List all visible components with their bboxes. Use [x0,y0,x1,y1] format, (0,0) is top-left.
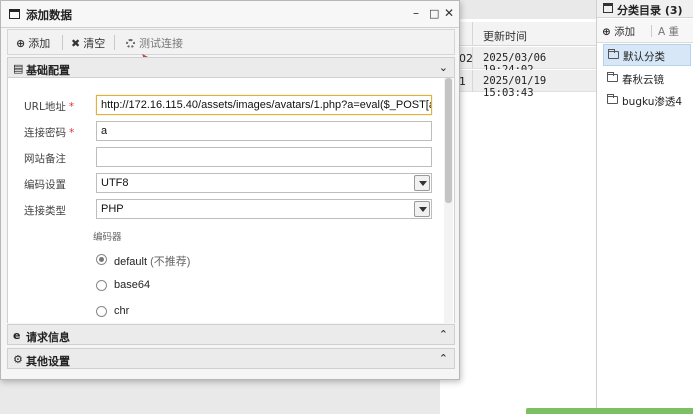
gears-icon: ⚙ [13,353,23,366]
encoding-label: 编码设置 [24,179,66,191]
section-basic-config[interactable]: ▤ 基础配置 ⌄ [7,57,455,78]
table-cell-fragment: 02 [459,52,473,65]
category-title-text: 分类目录 (3) [617,4,683,17]
category-item-label: 春秋云镜 [622,74,664,86]
maximize-button[interactable]: □ [429,7,439,20]
window-icon [603,3,613,13]
note-input[interactable] [96,147,432,167]
note-label: 网站备注 [24,153,66,165]
dialog-toolbar: ⊕ 添加 ✖ 清空 测试连接 [7,29,455,55]
password-input[interactable]: a [96,121,432,141]
chevron-down-icon[interactable] [414,175,430,191]
url-label: URL地址 * [24,101,75,113]
document-icon: ▤ [13,62,24,75]
column-divider [472,47,473,69]
url-input[interactable]: http://172.16.115.40/assets/images/avata… [96,95,432,115]
section-other-settings[interactable]: ⚙ 其他设置 ⌃ [7,348,455,369]
connection-type-label: 连接类型 [24,205,66,217]
encoder-option-label: default [114,256,148,268]
radio-unchecked-icon[interactable] [96,306,107,317]
category-item[interactable]: 默认分类 [603,44,691,66]
table-cell-updated: 2025/01/19 15:03:43 [483,75,547,99]
section-title: 基础配置 [26,64,70,77]
category-toolbar: ⊕ 添加 A 重 [597,19,693,43]
table-cell-fragment: 1 [459,75,466,88]
folder-icon [607,72,618,82]
add-category-button[interactable]: ⊕ 添加 [602,24,635,39]
category-panel: 分类目录 (3) ⊕ 添加 A 重 默认分类 春秋云镜 bugku渗透4 [597,0,693,414]
encoding-value: UTF8 [101,177,129,189]
category-item[interactable]: bugku渗透4 [603,90,691,112]
toolbar-separator [114,35,115,50]
section-title: 请求信息 [26,331,70,344]
basic-config-form: URL地址 * http://172.16.115.40/assets/image… [7,78,455,323]
x-icon: ✖ [71,37,81,50]
category-item[interactable]: 春秋云镜 [603,68,691,90]
dialog-title: 添加数据 [26,8,72,22]
clear-button[interactable]: ✖ 清空 [71,35,105,51]
chevron-down-icon[interactable]: ⌄ [439,61,448,74]
encoder-option-note: (不推荐) [150,256,191,268]
clear-button-label: 清空 [83,37,106,50]
minimize-button[interactable]: – [413,6,419,20]
plus-circle-icon: ⊕ [16,37,26,50]
encoder-option-label: chr [114,305,130,317]
window-icon [9,9,20,19]
category-item-label: bugku渗透4 [622,96,683,108]
test-connection-label: 测试连接 [139,37,183,50]
spinner-icon [126,39,135,48]
column-divider [472,70,473,92]
close-button[interactable]: ✕ [444,6,454,20]
chevron-up-icon[interactable]: ⌃ [439,352,448,365]
column-updated-time[interactable]: 更新时间 [483,28,527,44]
encoding-select[interactable]: UTF8 [96,173,432,193]
add-button-label: 添加 [28,37,51,50]
category-item-label: 默认分类 [623,51,665,63]
toolbar-separator [651,25,652,37]
encoder-option-label: base64 [114,279,151,291]
rename-category-button[interactable]: A 重 [658,24,679,39]
section-request-info[interactable]: e 请求信息 ⌃ [7,324,455,345]
category-panel-title: 分类目录 (3) [597,0,693,18]
connection-type-select[interactable]: PHP [96,199,432,219]
table-header: 更新时间 [440,22,596,46]
table-row[interactable]: 02 2025/03/06 19:24:02 [440,47,596,76]
folder-icon [607,94,618,104]
chevron-down-icon[interactable] [414,201,430,217]
test-connection-button[interactable]: 测试连接 [126,35,183,51]
add-data-dialog: 添加数据 – □ ✕ ⊕ 添加 ✖ 清空 测试连接 ▤ 基础配置 ⌄ URL地址 * … [0,0,460,380]
add-category-label: 添加 [614,26,636,38]
password-label: 连接密码 * [24,127,75,139]
radio-checked-icon[interactable] [96,254,107,265]
connection-type-value: PHP [101,203,124,215]
dialog-titlebar[interactable]: 添加数据 – □ ✕ [1,1,459,28]
plus-circle-icon: ⊕ [602,26,611,38]
section-title: 其他设置 [26,355,70,368]
chevron-up-icon[interactable]: ⌃ [439,328,448,341]
folder-icon [608,49,619,59]
column-divider[interactable] [472,22,473,46]
encoder-group-label: 编码器 [93,232,122,243]
notification-strip [526,408,693,414]
data-table: 更新时间 02 2025/03/06 19:24:02 1 2025/01/19… [440,19,596,414]
toolbar-separator [62,35,63,50]
table-row[interactable]: 1 2025/01/19 15:03:43 [440,70,596,99]
globe-icon: e [13,329,21,342]
scrollbar-thumb[interactable] [445,78,452,203]
add-button[interactable]: ⊕ 添加 [16,35,50,51]
radio-unchecked-icon[interactable] [96,280,107,291]
